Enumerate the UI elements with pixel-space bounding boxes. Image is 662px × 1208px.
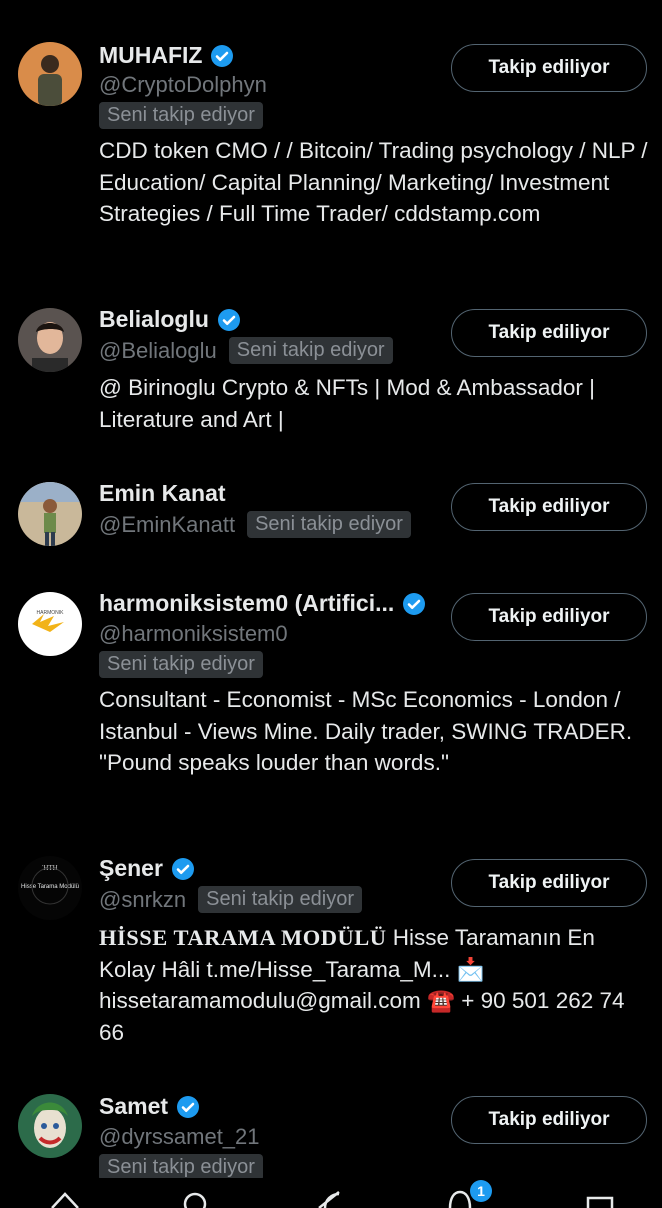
follows-you-badge: Seni takip ediyor	[247, 511, 411, 538]
follows-you-badge: Seni takip ediyor	[198, 886, 363, 913]
following-button[interactable]: Takip ediliyor	[451, 44, 647, 92]
follows-you-badge: Seni takip ediyor	[99, 102, 263, 129]
display-name[interactable]: Samet	[99, 1093, 168, 1120]
user-handle: @dyrssamet_21	[99, 1124, 260, 1149]
verified-badge-icon	[171, 857, 194, 880]
follows-you-badge: Seni takip ediyor	[99, 1154, 263, 1181]
messages-icon[interactable]	[585, 1188, 615, 1208]
user-bio: CDD token CMO / / Bitcoin/ Trading psych…	[99, 138, 648, 226]
following-button[interactable]: Takip ediliyor	[451, 1096, 647, 1144]
following-button[interactable]: Takip ediliyor	[451, 593, 647, 641]
following-button[interactable]: Takip ediliyor	[451, 859, 647, 907]
display-name[interactable]: Emin Kanat	[99, 480, 226, 507]
avatar-logo-text: Hisse Tarama Modülü	[21, 884, 79, 890]
avatar[interactable]: HARMONIK	[18, 592, 82, 656]
notification-count-badge: 1	[470, 1180, 492, 1202]
user-bio: Consultant - Economist - MSc Economics -…	[99, 687, 633, 775]
grok-icon[interactable]	[315, 1188, 345, 1208]
display-name[interactable]: Şener	[99, 855, 163, 882]
verified-badge-icon	[177, 1095, 200, 1118]
following-button[interactable]: Takip ediliyor	[451, 309, 647, 357]
verified-badge-icon	[403, 592, 426, 615]
user-handle: @CryptoDolphyn	[99, 72, 267, 97]
display-name[interactable]: Belialoglu	[99, 306, 209, 333]
follows-you-badge: Seni takip ediyor	[99, 651, 263, 678]
avatar[interactable]: ἩΤΗ Hisse Tarama Modülü	[18, 856, 82, 920]
verified-badge-icon	[217, 308, 240, 331]
user-bio: @ Birinoglu Crypto & NFTs | Mod & Ambass…	[99, 375, 595, 432]
follows-you-badge: Seni takip ediyor	[228, 337, 393, 364]
following-button[interactable]: Takip ediliyor	[451, 483, 647, 531]
home-icon[interactable]	[50, 1188, 80, 1208]
avatar[interactable]	[18, 42, 82, 106]
user-handle: @EminKanatt	[99, 511, 236, 537]
bio-bold-title: HİSSE TARAMA MODÜLÜ	[99, 925, 387, 950]
user-handle: @snrkzn	[99, 886, 187, 912]
avatar-logo-text: HARMONIK	[37, 610, 65, 616]
verified-badge-icon	[211, 44, 234, 67]
avatar[interactable]	[18, 482, 82, 546]
user-handle: @harmoniksistem0	[99, 621, 288, 646]
user-bio: HİSSE TARAMA MODÜLÜ Hisse Taramanın En K…	[99, 922, 651, 1048]
avatar[interactable]	[18, 1094, 82, 1158]
avatar[interactable]	[18, 308, 82, 372]
display-name[interactable]: MUHAFIZ	[99, 42, 202, 69]
bottom-nav	[0, 1178, 662, 1208]
display-name[interactable]: harmoniksistem0 (Artifici...	[99, 590, 394, 617]
user-handle: @Belialoglu	[99, 337, 217, 363]
search-icon[interactable]	[180, 1188, 210, 1208]
